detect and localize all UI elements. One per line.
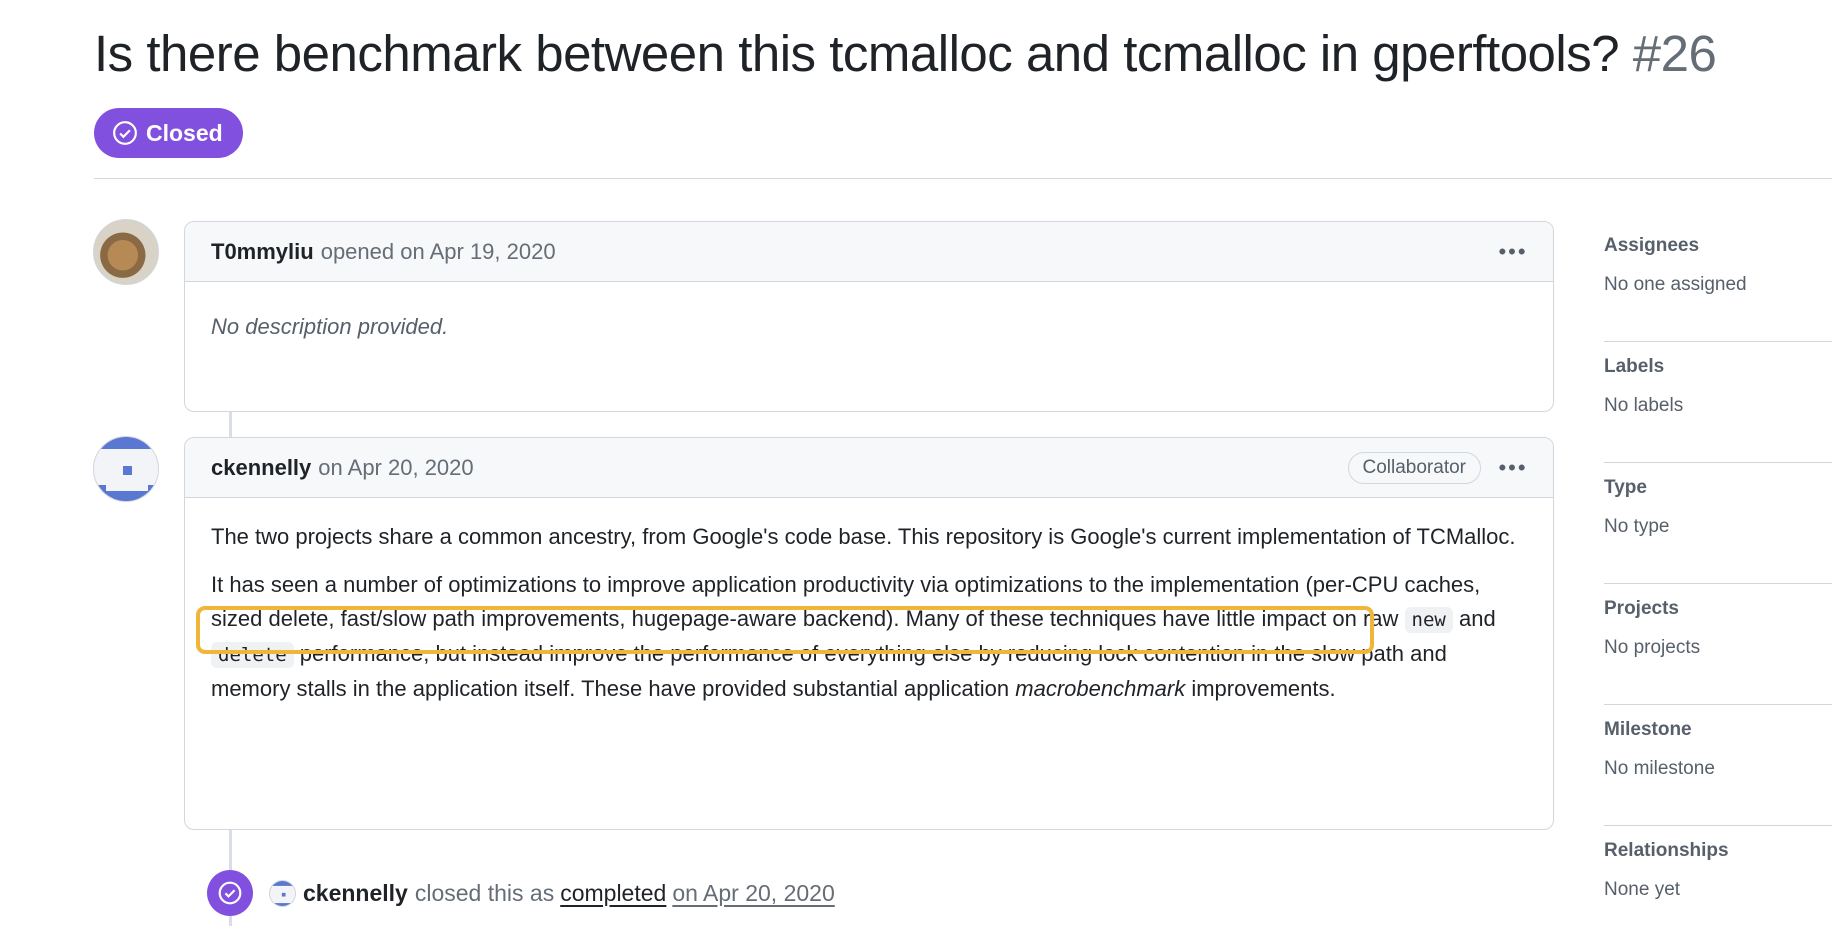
emphasis: macrobenchmark xyxy=(1015,676,1186,701)
avatar[interactable] xyxy=(93,436,159,502)
sidebar-value: No projects xyxy=(1604,637,1701,658)
comment-meta[interactable]: on Apr 20, 2020 xyxy=(318,455,473,481)
event-date[interactable]: on Apr 20, 2020 xyxy=(672,880,834,907)
issue-number: #26 xyxy=(1632,25,1717,82)
header-divider xyxy=(94,178,1832,179)
avatar[interactable] xyxy=(93,219,159,285)
event-actor[interactable]: ckennelly xyxy=(303,880,408,907)
comment-author[interactable]: ckennelly xyxy=(211,455,311,481)
sidebar-value: No type xyxy=(1604,516,1670,537)
check-circle-icon xyxy=(207,870,253,916)
sidebar-type: Type No type xyxy=(1604,463,1832,584)
sidebar-heading[interactable]: Milestone xyxy=(1604,719,1832,741)
collaborator-badge: Collaborator xyxy=(1347,452,1481,484)
event-reason-link[interactable]: completed xyxy=(560,880,666,907)
sidebar-value: No one assigned xyxy=(1604,274,1747,295)
kebab-horizontal-icon[interactable]: ••• xyxy=(1493,454,1533,482)
comment-paragraph: It has seen a number of optimizations to… xyxy=(211,572,1496,701)
comment: ckennelly on Apr 20, 2020 Collaborator •… xyxy=(184,437,1554,830)
comment-meta[interactable]: opened on Apr 19, 2020 xyxy=(321,239,556,265)
sidebar-heading[interactable]: Assignees xyxy=(1604,235,1832,257)
issue-state-label: Closed xyxy=(146,119,223,146)
sidebar-heading[interactable]: Labels xyxy=(1604,356,1832,378)
sidebar-milestone: Milestone No milestone xyxy=(1604,705,1832,826)
comment-header: T0mmyliu opened on Apr 19, 2020 ••• xyxy=(185,222,1553,282)
sidebar-heading[interactable]: Projects xyxy=(1604,598,1832,620)
identicon-icon xyxy=(94,437,158,501)
sidebar-projects: Projects No projects xyxy=(1604,584,1832,705)
issue-title: Is there benchmark between this tcmalloc… xyxy=(94,22,1717,86)
comment-author[interactable]: T0mmyliu xyxy=(211,239,314,265)
sidebar-value: No labels xyxy=(1604,395,1684,416)
sidebar-relationships: Relationships None yet xyxy=(1604,826,1832,947)
sidebar-heading[interactable]: Relationships xyxy=(1604,840,1832,862)
avatar[interactable] xyxy=(269,879,296,907)
inline-code: delete xyxy=(211,642,294,668)
issue-sidebar: Assignees No one assigned Labels No labe… xyxy=(1604,221,1832,947)
issue-state-badge: Closed xyxy=(94,108,243,158)
comment-body: No description provided. xyxy=(185,282,1553,344)
sidebar-heading[interactable]: Type xyxy=(1604,477,1832,499)
issue-title-text: Is there benchmark between this tcmalloc… xyxy=(94,25,1620,82)
kebab-horizontal-icon[interactable]: ••• xyxy=(1493,238,1533,266)
sidebar-labels: Labels No labels xyxy=(1604,342,1832,463)
sidebar-value: None yet xyxy=(1604,879,1681,900)
event-action: closed this as xyxy=(414,879,555,906)
inline-code: new xyxy=(1404,607,1453,633)
comment-header: ckennelly on Apr 20, 2020 Collaborator •… xyxy=(185,438,1553,498)
check-circle-icon xyxy=(113,121,137,145)
sidebar-assignees: Assignees No one assigned xyxy=(1604,221,1832,342)
comment-body: The two projects share a common ancestry… xyxy=(185,498,1553,706)
sidebar-value: No milestone xyxy=(1604,758,1715,779)
issue-body-comment: T0mmyliu opened on Apr 19, 2020 ••• No d… xyxy=(184,221,1554,412)
timeline-event-closed: ckennelly closed this as completed on Ap… xyxy=(207,870,835,916)
empty-description: No description provided. xyxy=(211,314,449,339)
comment-paragraph: The two projects share a common ancestry… xyxy=(211,524,1516,549)
